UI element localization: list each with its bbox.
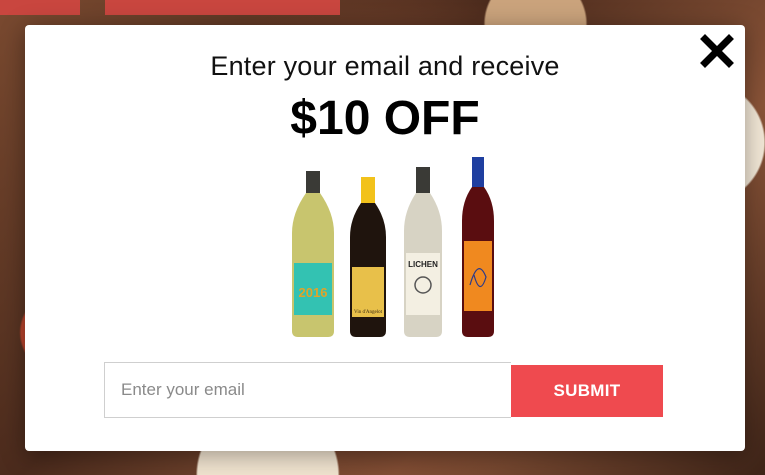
bottle-label-text: 2016	[299, 285, 328, 300]
bottle-label-text: LICHEN	[408, 260, 438, 269]
email-popup: Enter your email and receive $10 OFF 201…	[25, 25, 745, 451]
email-input[interactable]	[104, 362, 511, 418]
submit-button[interactable]: SUBMIT	[511, 365, 663, 417]
wine-bottle: Vin d'Angelot	[350, 177, 386, 337]
background-nav-strip	[0, 0, 80, 15]
background-nav-strip	[105, 0, 340, 15]
wine-bottle: LICHEN	[404, 167, 442, 337]
popup-headline: Enter your email and receive	[210, 51, 560, 81]
offer-amount: $10 OFF	[290, 92, 480, 145]
wine-bottles-image: 2016 Vin d'Angelot LICHEN	[292, 157, 494, 337]
bottle-label-text: Vin d'Angelot	[354, 310, 383, 315]
wine-bottle: 2016	[292, 171, 334, 337]
wine-bottle	[462, 157, 494, 337]
